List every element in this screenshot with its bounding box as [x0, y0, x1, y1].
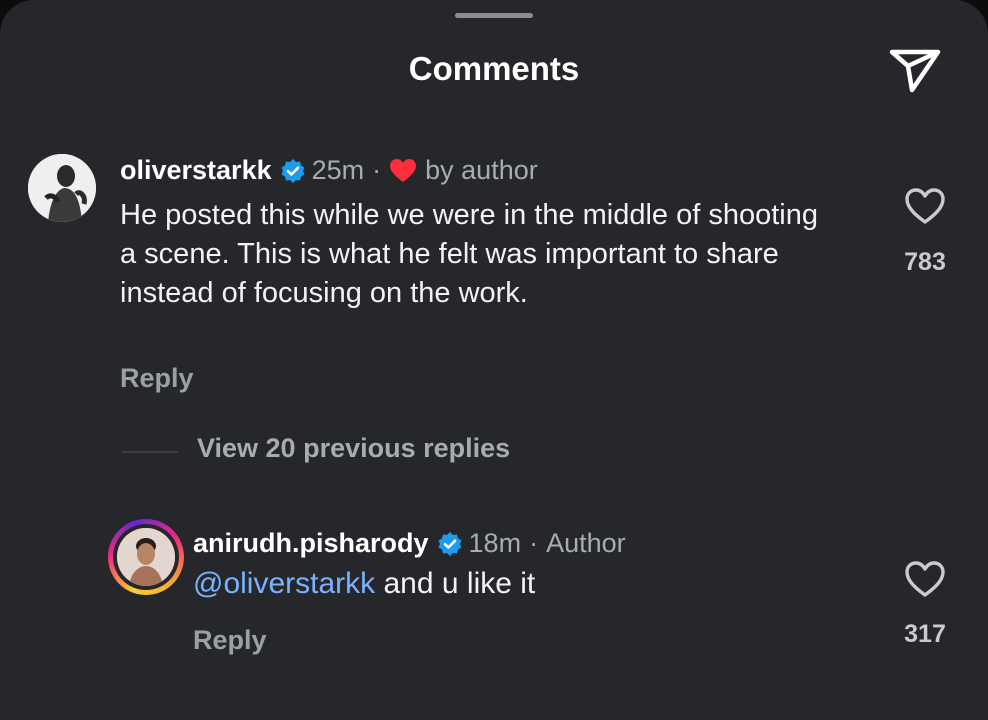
paper-plane-icon[interactable] — [886, 42, 944, 98]
comment-text: He posted this while we were in the midd… — [120, 199, 818, 309]
comments-sheet: Comments oliverstarkk 25m · by author He… — [0, 0, 988, 720]
verified-badge-icon — [437, 531, 463, 557]
like-count: 783 — [904, 248, 946, 276]
thread-divider — [122, 451, 178, 453]
like-count: 317 — [904, 620, 946, 648]
separator-dot: · — [372, 155, 382, 185]
drag-handle[interactable] — [455, 13, 533, 18]
verified-badge-icon — [280, 158, 306, 184]
reply-button[interactable]: Reply — [120, 363, 194, 394]
page-title: Comments — [408, 50, 580, 87]
heart-outline-icon[interactable] — [904, 560, 946, 598]
reply-username[interactable]: anirudh.pisharody — [193, 528, 429, 559]
separator-dot: · — [529, 528, 539, 558]
reply-time: 18m — [468, 528, 522, 558]
avatar — [117, 528, 175, 586]
comment-meta: oliverstarkk 25m · by author — [120, 155, 538, 186]
reply-meta: anirudh.pisharody 18m · Author — [193, 528, 626, 559]
liked-by-author-label: by author — [425, 155, 538, 185]
reply-button[interactable]: Reply — [193, 625, 267, 656]
avatar[interactable] — [28, 154, 96, 222]
reply-body: and u like it — [375, 567, 536, 600]
avatar-gap — [113, 524, 179, 590]
author-label: Author — [546, 528, 626, 558]
heart-outline-icon[interactable] — [904, 187, 946, 225]
comment-time: 25m — [311, 155, 365, 185]
story-ring[interactable] — [108, 519, 184, 595]
red-heart-icon — [389, 158, 417, 184]
view-previous-replies-button[interactable]: View 20 previous replies — [197, 433, 510, 464]
mention-link[interactable]: @oliverstarkk — [193, 567, 375, 600]
reply-text: @oliverstarkk and u like it — [193, 567, 535, 601]
comment-username[interactable]: oliverstarkk — [120, 155, 272, 186]
